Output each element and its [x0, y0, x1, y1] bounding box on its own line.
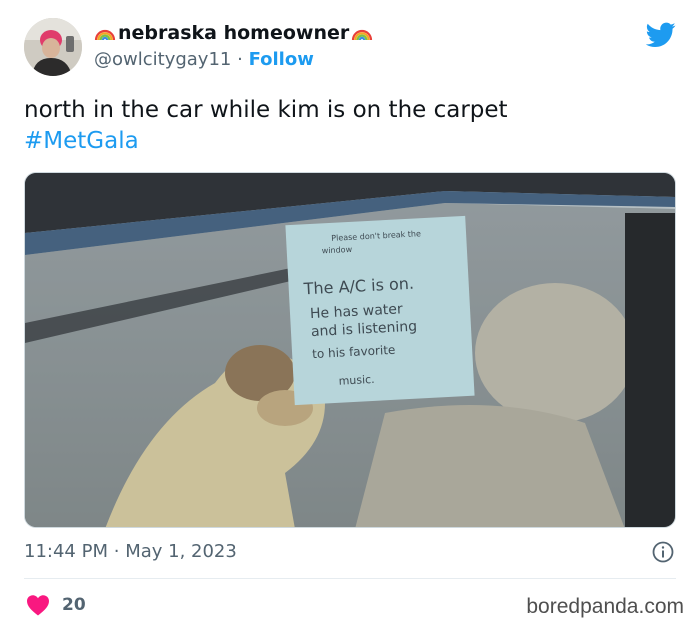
- watermark: boredpanda.com: [526, 595, 684, 618]
- like-action[interactable]: 20: [26, 594, 86, 616]
- display-name[interactable]: nebraska homeowner: [94, 22, 373, 44]
- hashtag-link[interactable]: #MetGala: [24, 126, 674, 157]
- tweet-body: north in the car while kim is on the car…: [24, 97, 508, 123]
- handle-row: @owlcitygay11 · Follow: [94, 49, 314, 70]
- tweet-time: 11:44 PM: [24, 541, 108, 562]
- twitter-bird-icon[interactable]: [646, 22, 676, 48]
- sign-line: window: [322, 245, 353, 256]
- info-icon[interactable]: [652, 541, 674, 563]
- display-name-text: nebraska homeowner: [118, 22, 350, 44]
- user-handle[interactable]: @owlcitygay11: [94, 49, 231, 70]
- tweet-text: north in the car while kim is on the car…: [24, 95, 674, 157]
- divider: [24, 578, 676, 579]
- sign-line: music.: [338, 373, 375, 388]
- avatar[interactable]: [24, 18, 82, 76]
- avatar-photo: [24, 18, 82, 76]
- like-count: 20: [62, 595, 86, 615]
- tweet-date: May 1, 2023: [125, 541, 237, 562]
- rainbow-emoji-icon: [94, 29, 116, 41]
- separator-dot: ·: [113, 541, 120, 562]
- rainbow-emoji-icon: [352, 29, 373, 41]
- heart-icon[interactable]: [26, 594, 50, 616]
- separator-dot: ·: [237, 49, 243, 70]
- tweet-timestamp[interactable]: 11:44 PM · May 1, 2023: [24, 541, 237, 562]
- dog-in-car-photo: Please don't break the window The A/C is…: [25, 173, 675, 527]
- follow-button[interactable]: Follow: [249, 49, 314, 70]
- tweet-media-image[interactable]: Please don't break the window The A/C is…: [24, 172, 676, 528]
